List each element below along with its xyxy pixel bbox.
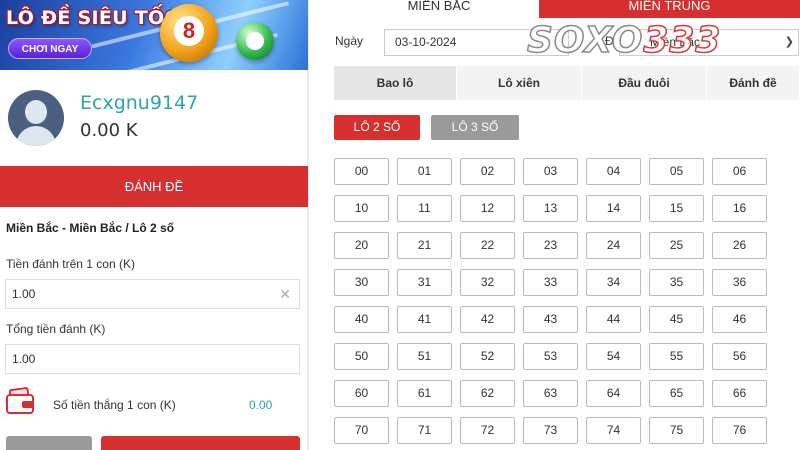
bet-tab-bar[interactable]: ĐÁNH ĐỀ (0, 166, 308, 207)
number-cell[interactable]: 63 (523, 380, 578, 407)
right-panel: MIỀN BẮC MIỀN TRUNG Ngày 03-10-2024 Đ Mi… (309, 0, 800, 450)
breadcrumb: Miền Bắc - Miền Bắc / Lô 2 số (6, 221, 175, 235)
number-cell[interactable]: 73 (523, 417, 578, 444)
number-cell[interactable]: 44 (586, 306, 641, 333)
number-cell[interactable]: 43 (523, 306, 578, 333)
number-cell[interactable]: 21 (397, 232, 452, 259)
number-cell[interactable]: 26 (712, 232, 767, 259)
number-cell[interactable]: 45 (649, 306, 704, 333)
number-cell[interactable]: 35 (649, 269, 704, 296)
date-input[interactable]: 03-10-2024 (384, 29, 569, 56)
close-icon[interactable]: ✕ (279, 280, 291, 308)
number-cell[interactable]: 56 (712, 343, 767, 370)
ball-number: 8 (174, 16, 204, 46)
number-cell[interactable]: 74 (586, 417, 641, 444)
stake-value: 1.00 (12, 287, 36, 301)
stake-input[interactable]: 1.00 ✕ (5, 279, 300, 309)
stake-label: Tiền đánh trên 1 con (K) (6, 257, 135, 271)
tab-mien-bac[interactable]: MIỀN BẮC (334, 0, 544, 18)
number-cell[interactable]: 54 (586, 343, 641, 370)
tab-bet-type[interactable]: Lô xiên (457, 66, 582, 100)
number-cell[interactable]: 66 (712, 380, 767, 407)
number-cell[interactable]: 50 (334, 343, 389, 370)
lottery-ball-icon (236, 22, 274, 60)
number-cell[interactable]: 23 (523, 232, 578, 259)
left-panel: LÔ ĐỀ SIÊU TỐC CHƠI NGAY 8 Ecxgnu9147 0.… (0, 0, 308, 450)
wallet-icon (6, 386, 36, 416)
number-cell[interactable]: 76 (712, 417, 767, 444)
number-cell[interactable]: 00 (334, 158, 389, 185)
number-cell[interactable]: 64 (586, 380, 641, 407)
number-cell[interactable]: 06 (712, 158, 767, 185)
number-cell[interactable]: 62 (460, 380, 515, 407)
number-cell[interactable]: 34 (586, 269, 641, 296)
number-cell[interactable]: 16 (712, 195, 767, 222)
number-cell[interactable]: 51 (397, 343, 452, 370)
number-cell[interactable]: 30 (334, 269, 389, 296)
tab-bet-type[interactable]: Đánh đề (707, 66, 800, 100)
number-cell[interactable]: 55 (649, 343, 704, 370)
tab-bet-type[interactable]: Bao lô (334, 66, 457, 100)
number-cell[interactable]: 40 (334, 306, 389, 333)
number-cell[interactable]: 72 (460, 417, 515, 444)
win-value: 0.00 (249, 398, 273, 412)
username: Ecxgnu9147 (80, 92, 199, 114)
number-cell[interactable]: 20 (334, 232, 389, 259)
submit-bet-button[interactable] (101, 436, 300, 450)
sub-tab-lo-2-so[interactable]: LÔ 2 SỐ (334, 115, 420, 140)
station-select[interactable]: Miền Bắc ❯ (619, 29, 799, 56)
number-cell[interactable]: 04 (586, 158, 641, 185)
user-info: Ecxgnu9147 0.00 K (0, 70, 308, 162)
avatar[interactable] (8, 90, 64, 146)
number-cell[interactable]: 03 (523, 158, 578, 185)
total-value: 1.00 (12, 352, 36, 366)
number-cell[interactable]: 71 (397, 417, 452, 444)
number-cell[interactable]: 12 (460, 195, 515, 222)
play-now-button[interactable]: CHƠI NGAY (8, 38, 92, 59)
number-cell[interactable]: 32 (460, 269, 515, 296)
number-cell[interactable]: 24 (586, 232, 641, 259)
total-input[interactable]: 1.00 (5, 344, 300, 374)
number-cell[interactable]: 11 (397, 195, 452, 222)
number-cell[interactable]: 22 (460, 232, 515, 259)
number-cell[interactable]: 15 (649, 195, 704, 222)
banner-title: LÔ ĐỀ SIÊU TỐC (6, 7, 179, 29)
number-cell[interactable]: 05 (649, 158, 704, 185)
number-cell[interactable]: 60 (334, 380, 389, 407)
win-label: Số tiền thắng 1 con (K) (53, 398, 176, 412)
number-cell[interactable]: 36 (712, 269, 767, 296)
station-value: Miền Bắc (650, 35, 701, 49)
number-cell[interactable]: 75 (649, 417, 704, 444)
tab-mien-trung[interactable]: MIỀN TRUNG (539, 0, 800, 18)
number-cell[interactable]: 02 (460, 158, 515, 185)
number-cell[interactable]: 33 (523, 269, 578, 296)
promo-banner[interactable]: LÔ ĐỀ SIÊU TỐC CHƠI NGAY 8 (0, 0, 308, 70)
number-cell[interactable]: 13 (523, 195, 578, 222)
number-cell[interactable]: 41 (397, 306, 452, 333)
number-cell[interactable]: 61 (397, 380, 452, 407)
number-cell[interactable]: 42 (460, 306, 515, 333)
tab-bet-type[interactable]: Đầu đuôi (582, 66, 707, 100)
number-cell[interactable]: 53 (523, 343, 578, 370)
number-cell[interactable]: 25 (649, 232, 704, 259)
number-cell[interactable]: 52 (460, 343, 515, 370)
sub-tab-lo-3-so[interactable]: LÔ 3 SỐ (431, 115, 519, 140)
station-label: Đ (605, 34, 614, 48)
total-label: Tổng tiền đánh (K) (6, 322, 106, 336)
number-cell[interactable]: 14 (586, 195, 641, 222)
number-cell[interactable]: 70 (334, 417, 389, 444)
balance: 0.00 K (80, 120, 138, 141)
number-cell[interactable]: 46 (712, 306, 767, 333)
reset-button[interactable] (6, 436, 92, 450)
number-cell[interactable]: 10 (334, 195, 389, 222)
number-cell[interactable]: 01 (397, 158, 452, 185)
chevron-down-icon: ❯ (784, 36, 794, 48)
date-label: Ngày (335, 34, 364, 48)
number-cell[interactable]: 65 (649, 380, 704, 407)
lottery-ball-icon: 8 (160, 4, 218, 62)
number-cell[interactable]: 31 (397, 269, 452, 296)
